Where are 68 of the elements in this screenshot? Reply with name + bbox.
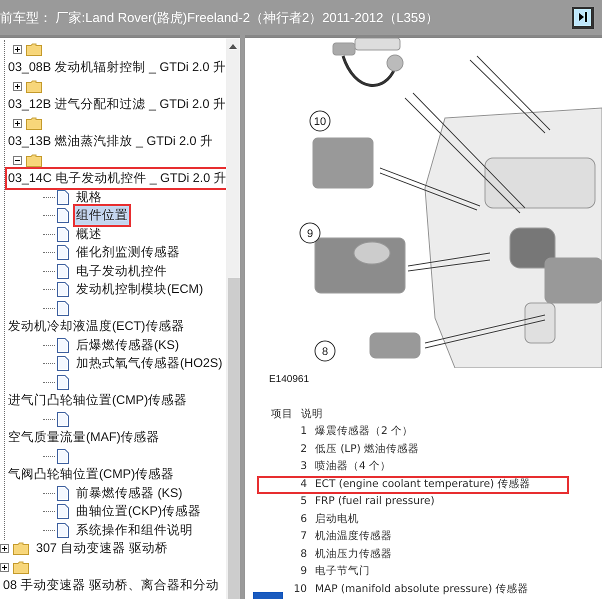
folder-icon [13, 560, 29, 574]
page-icon [57, 208, 69, 224]
item-number: 9 [299, 564, 307, 580]
arrow-to-bar-icon [578, 11, 588, 23]
page-icon [57, 356, 69, 372]
callout-number: 8 [314, 340, 336, 362]
tree-item[interactable]: 进气门凸轮轴位置(CMP)传感器 [5, 389, 190, 412]
page-icon [57, 522, 69, 538]
page-icon [57, 412, 69, 427]
tree-item[interactable]: 03_12B 进气分配和过滤 _ GTDi 2.0 升 [5, 93, 226, 116]
tree-item[interactable]: 空气质量流量(MAF)传感器 [5, 426, 163, 450]
item-number: 2 [299, 442, 307, 457]
figure-code: E140961 [269, 374, 310, 385]
expand-toggle[interactable] [13, 118, 22, 128]
page-icon [57, 338, 69, 353]
page-icon [57, 245, 69, 260]
tree-item[interactable]: 03_13B 燃油蒸汽排放 _ GTDi 2.0 升 [5, 130, 216, 154]
page-icon [57, 448, 69, 464]
item-description: 低压 (LP) 燃油传感器 [315, 442, 420, 457]
expand-toggle[interactable] [13, 82, 22, 91]
folder-icon [26, 42, 42, 56]
item-description: MAP (manifold absolute pressure) 传感器 [315, 582, 529, 597]
tree-item[interactable]: 组件位置 [73, 204, 131, 228]
item-number: 8 [299, 546, 307, 562]
tree-item[interactable]: 03_14C 电子发动机控件 _ GTDi 2.0 升 [5, 167, 226, 190]
item-number: 10 [292, 582, 307, 597]
folder-icon [13, 542, 29, 556]
item-description: FRP (fuel rail pressure) [315, 494, 435, 510]
item-description: 启动电机 [315, 512, 359, 527]
page-icon [57, 264, 69, 279]
expand-toggle[interactable] [0, 544, 9, 554]
item-number: 6 [299, 512, 307, 527]
callout-number: 9 [300, 222, 320, 244]
page-icon [57, 300, 69, 316]
page-icon [57, 504, 69, 520]
tree-item[interactable]: 08 手动变速器 驱动桥、离合器和分动 [0, 574, 222, 598]
knock-sensor-drawing [332, 38, 404, 87]
item-description: 机油压力传感器 [315, 546, 392, 562]
item-description: 电子节气门 [315, 564, 370, 580]
item-number: 4 [299, 476, 307, 492]
folder-icon [26, 154, 42, 167]
item-description: 喷油器（4 个） [315, 459, 392, 474]
item-number: 5 [299, 494, 307, 510]
expand-toggle[interactable] [0, 562, 9, 572]
expand-toggle[interactable] [13, 44, 22, 54]
scrollbar-thumb[interactable] [228, 278, 240, 599]
folder-icon [26, 116, 42, 130]
column-header: 项目 [271, 406, 293, 422]
tree-item[interactable]: 03_08B 发动机辐射控制 _ GTDi 2.0 升 [5, 56, 226, 80]
item-description: ECT (engine coolant temperature) 传感器 [315, 476, 530, 492]
collapse-toggle[interactable] [13, 156, 22, 165]
scroll-up-icon[interactable] [229, 44, 237, 49]
scrollbar[interactable] [226, 38, 240, 599]
page-icon [57, 486, 69, 501]
item-description: 机油温度传感器 [315, 529, 392, 544]
page-icon [57, 226, 69, 242]
item-number: 7 [299, 529, 307, 544]
callout-number: 10 [310, 110, 330, 132]
item-description: 爆震传感器（2 个） [315, 424, 414, 440]
collapse-button[interactable] [572, 6, 594, 28]
page-icon [57, 374, 69, 390]
folder-icon [26, 80, 42, 93]
window-title: 前车型： 厂家:Land Rover(路虎)Freeland-2（神行者2）2011-2012（L359） [0, 8, 438, 27]
item-number: 3 [299, 459, 307, 474]
page-icon [57, 190, 69, 205]
item-number: 1 [299, 424, 307, 440]
page-icon [57, 282, 69, 298]
column-header: 说明 [301, 406, 323, 422]
